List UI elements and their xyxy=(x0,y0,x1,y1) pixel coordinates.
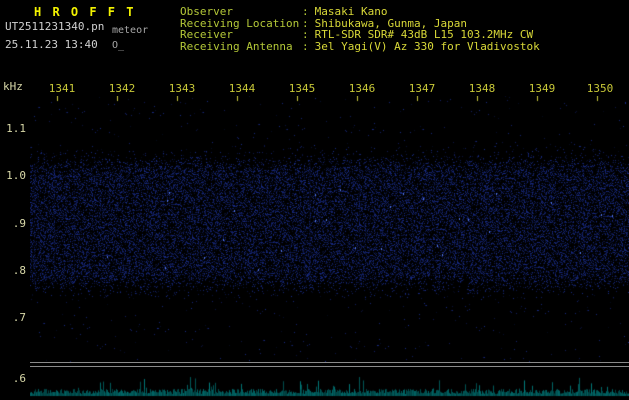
info-label: Observer xyxy=(180,5,233,18)
info-value: RTL-SDR SDR# 43dB L15 103.2MHz CW xyxy=(314,28,534,41)
x-tick-label: 1345 xyxy=(288,82,316,95)
info-row-receiver: Receiver: RTL-SDR SDR# 43dB L15 103.2MHz … xyxy=(180,29,540,41)
station-info: Observer: Masaki Kano Receiving Location:… xyxy=(180,6,540,52)
info-label: Receiver xyxy=(180,28,233,41)
info-colon: : xyxy=(302,28,309,41)
info-label: Receiving Antenna xyxy=(180,39,293,53)
status-indicator: O_ xyxy=(112,40,125,51)
separator-line xyxy=(30,366,629,367)
x-tick-label: 1344 xyxy=(228,82,256,95)
hrofft-window: H R O F F T UT2511231340.pn meteor 25.11… xyxy=(0,0,629,400)
x-tick-label: 1341 xyxy=(48,82,76,95)
y-tick-label: .9 xyxy=(12,217,26,230)
capture-filename: UT2511231340.pn xyxy=(5,20,105,33)
y-tick-label: .6 xyxy=(12,372,26,385)
info-value: Masaki Kano xyxy=(314,5,388,18)
y-tick-label: 1.1 xyxy=(6,122,26,135)
x-tick-label: 1346 xyxy=(348,82,376,95)
x-tick-label: 1347 xyxy=(408,82,436,95)
info-colon: : xyxy=(302,39,309,53)
x-tick-label: 1348 xyxy=(468,82,496,95)
signal-level-canvas xyxy=(30,368,629,398)
x-tick-label: 1349 xyxy=(528,82,556,95)
separator-line xyxy=(30,362,629,363)
x-tick-label: 1342 xyxy=(108,82,136,95)
info-row-antenna: Receiving Antenna:3el Yagi(V) Az 330 for… xyxy=(180,39,540,53)
y-tick-label: 1.0 xyxy=(6,169,26,182)
y-tick-label: .8 xyxy=(12,264,26,277)
spectrogram-canvas xyxy=(30,96,629,362)
y-tick-label: .7 xyxy=(12,311,26,324)
app-title: H R O F F T xyxy=(34,5,136,19)
info-value: 3el Yagi(V) Az 330 for Vladivostok xyxy=(314,39,540,53)
x-tick-label: 1343 xyxy=(168,82,196,95)
info-row-observer: Observer: Masaki Kano xyxy=(180,6,540,18)
x-tick-label: 1350 xyxy=(586,82,614,95)
info-colon: : xyxy=(302,5,309,18)
observation-name: meteor xyxy=(112,25,149,36)
y-axis-unit: kHz xyxy=(3,80,23,93)
capture-datetime: 25.11.23 13:40 xyxy=(5,38,98,51)
